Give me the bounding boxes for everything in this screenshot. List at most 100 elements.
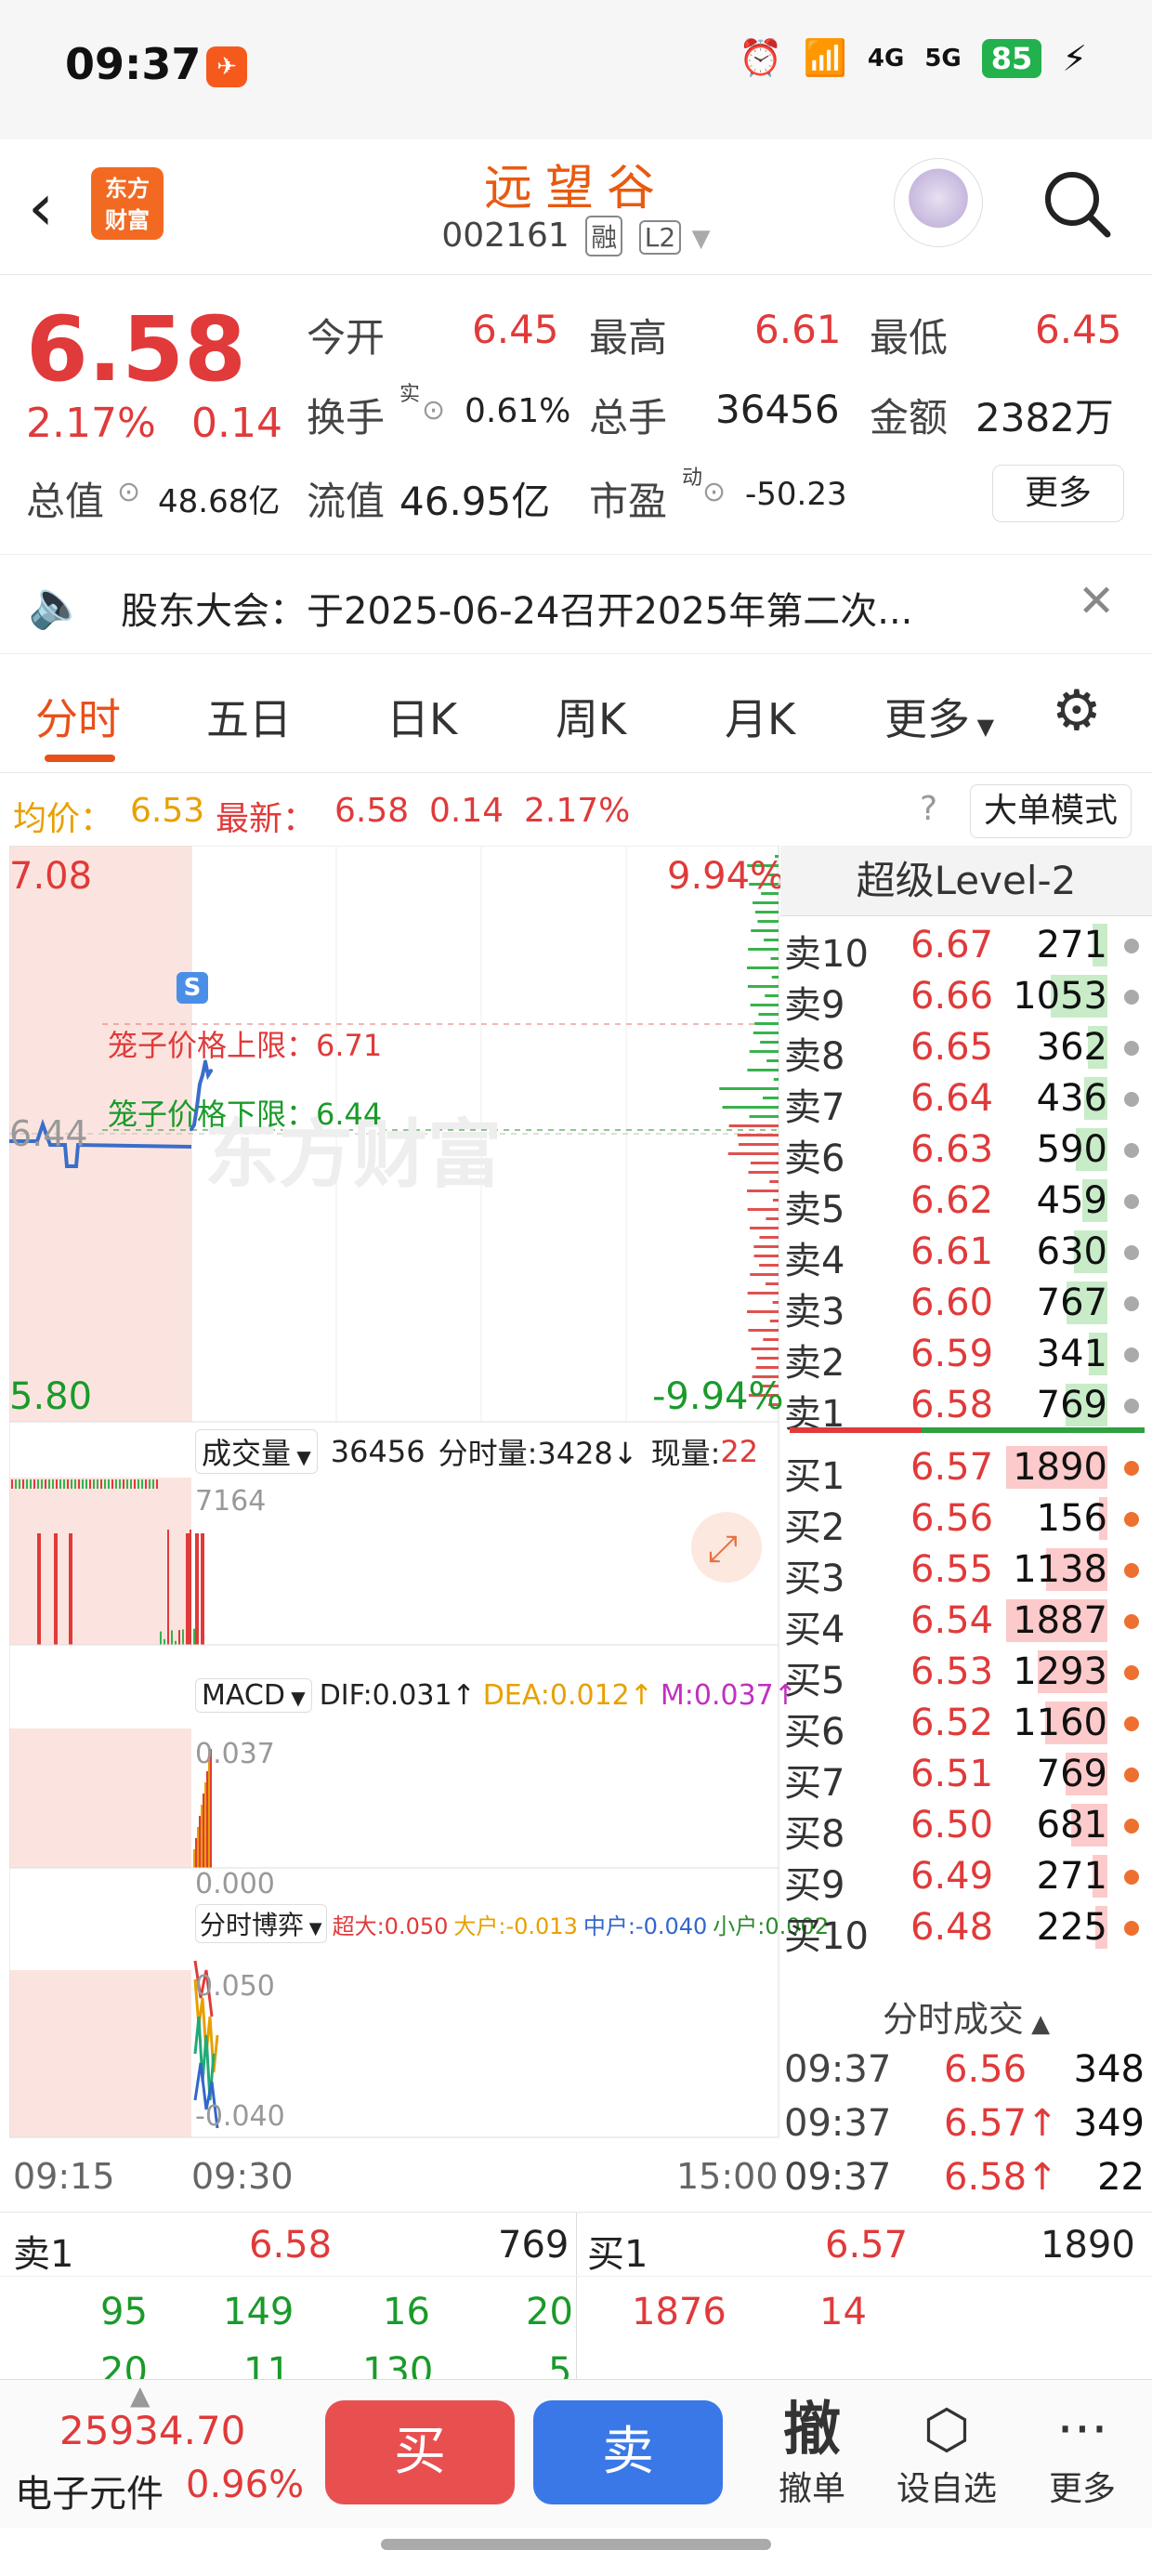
ticks-header[interactable]: 分时成交 ▲ bbox=[780, 1991, 1152, 2042]
last-change: 0.14 bbox=[429, 792, 504, 830]
ask-volume: 630 bbox=[1036, 1230, 1107, 1273]
stock-header: ‹ 东方 财富 远望谷 002161 融 L2 ▼ bbox=[0, 139, 1152, 275]
more-quote-button[interactable]: 更多 bbox=[992, 465, 1124, 522]
bid-row[interactable]: 买4 6.54 1887 bbox=[780, 1594, 1152, 1651]
volume-dropdown[interactable]: 成交量 ▼ bbox=[195, 1429, 318, 1474]
bid-row[interactable]: 买3 6.55 1138 bbox=[780, 1543, 1152, 1600]
ask-dot-icon bbox=[1124, 990, 1139, 1005]
bid-row[interactable]: 买9 6.49 271 bbox=[780, 1849, 1152, 1907]
mcap-value: 48.68亿 bbox=[158, 483, 281, 520]
big-order-mode-button[interactable]: 大单模式 bbox=[970, 784, 1132, 838]
bid-price: 6.51 bbox=[910, 1753, 994, 1795]
speaker-icon: 🔈 bbox=[28, 577, 86, 631]
tab-intraday[interactable]: 分时 bbox=[35, 686, 121, 747]
volume-bar bbox=[160, 1631, 162, 1645]
depth-bar bbox=[753, 1255, 779, 1257]
bid-row[interactable]: 买6 6.52 1160 bbox=[780, 1696, 1152, 1754]
ask-price: 6.59 bbox=[910, 1333, 994, 1375]
info-icon[interactable]: ⊙ bbox=[702, 476, 726, 508]
sell-button[interactable]: 卖 bbox=[533, 2400, 723, 2504]
help-icon[interactable]: ? bbox=[920, 790, 937, 828]
sector-name[interactable]: 电子元件 bbox=[15, 2464, 164, 2517]
level2-title[interactable]: 超级Level-2 bbox=[780, 846, 1152, 916]
queue-buy-item: 14 bbox=[819, 2291, 867, 2333]
ask-dot-icon bbox=[1124, 1092, 1139, 1107]
add-watchlist-button[interactable]: ⬡ 设自选 bbox=[886, 2397, 1007, 2510]
bid-row[interactable]: 买8 6.50 681 bbox=[780, 1798, 1152, 1856]
change-pct: 2.17% bbox=[26, 400, 156, 447]
robot-assistant-avatar[interactable] bbox=[894, 158, 983, 247]
depth-bar bbox=[739, 1143, 779, 1146]
status-icons: ⏰ 📶 4G 5G 85 ⚡ bbox=[739, 37, 1087, 79]
volume-bar bbox=[78, 1479, 80, 1489]
bid-row[interactable]: 买2 6.56 156 bbox=[780, 1492, 1152, 1549]
macd-bar bbox=[201, 1805, 203, 1868]
bid-row[interactable]: 买10 6.48 225 bbox=[780, 1900, 1152, 1958]
low-value: 6.45 bbox=[1035, 307, 1122, 352]
status-bar: 09:37 ✈ ⏰ 📶 4G 5G 85 ⚡ bbox=[0, 0, 1152, 139]
price-point bbox=[206, 1073, 210, 1078]
ask-row[interactable]: 卖2 6.59 341 bbox=[780, 1327, 1152, 1385]
stock-code-row[interactable]: 002161 融 L2 ▼ bbox=[0, 216, 1152, 256]
amount-label: 金额 bbox=[870, 395, 949, 440]
tick-row: 09:37 6.56 348 bbox=[780, 2043, 1152, 2095]
tab-weekly-k[interactable]: 周K bbox=[556, 686, 626, 747]
intraday-chart-area[interactable]: 东方财富 ⤢ 7.08 9.94% 5.80 -9.94% 6.44 笼子价格上… bbox=[9, 846, 829, 2212]
volume-now-value: 22 bbox=[720, 1434, 759, 1469]
tab-monthly-k[interactable]: 月K bbox=[725, 686, 795, 747]
volume-bar bbox=[104, 1479, 106, 1489]
tab-more[interactable]: 更多 ▼ bbox=[884, 686, 994, 747]
volume-bar bbox=[41, 1479, 43, 1489]
depth-bar bbox=[747, 1310, 779, 1313]
turnover-label: 换手 bbox=[307, 395, 386, 440]
cancel-icon: 撤 bbox=[782, 2395, 841, 2463]
volume-bar bbox=[56, 1479, 58, 1489]
info-icon[interactable]: ⊙ bbox=[117, 476, 140, 508]
expand-icon[interactable]: ⤢ bbox=[708, 1528, 738, 1571]
low-label: 最低 bbox=[870, 315, 949, 361]
sector-index-value[interactable]: 25934.70 bbox=[59, 2408, 245, 2453]
buy-button[interactable]: 买 bbox=[325, 2400, 515, 2504]
depth-bar bbox=[763, 1097, 779, 1099]
queue-buy1-price: 6.57 bbox=[825, 2224, 909, 2267]
ask-row[interactable]: 卖9 6.66 1053 bbox=[780, 969, 1152, 1027]
ask-row[interactable]: 卖4 6.61 630 bbox=[780, 1225, 1152, 1282]
ask-row[interactable]: 卖7 6.64 436 bbox=[780, 1071, 1152, 1129]
gear-icon[interactable]: ⚙ bbox=[1052, 678, 1102, 743]
search-icon[interactable] bbox=[1041, 167, 1115, 257]
caret-up-icon[interactable]: ▲ bbox=[130, 2380, 151, 2411]
battery-icon: 85 bbox=[981, 38, 1042, 78]
ask-row[interactable]: 卖5 6.62 459 bbox=[780, 1174, 1152, 1231]
info-icon[interactable]: ⊙ bbox=[422, 394, 445, 427]
home-indicator[interactable] bbox=[381, 2539, 771, 2550]
queue-sell1-label: 卖1 bbox=[13, 2233, 74, 2276]
depth-bar bbox=[728, 1124, 779, 1127]
bid-row[interactable]: 买5 6.53 1293 bbox=[780, 1645, 1152, 1702]
ask-row[interactable]: 卖6 6.63 590 bbox=[780, 1123, 1152, 1180]
tab-daily-k[interactable]: 日K bbox=[386, 686, 457, 747]
game-dropdown[interactable]: 分时博弈 ▼ bbox=[195, 1904, 327, 1943]
cancel-order-button[interactable]: 撤 撤单 bbox=[766, 2397, 858, 2510]
bid-price: 6.57 bbox=[910, 1446, 994, 1489]
macd-dropdown[interactable]: MACD ▼ bbox=[195, 1677, 312, 1713]
notice-bar[interactable]: 🔈 股东大会：于2025-06-24召开2025年第二次... ✕ bbox=[0, 554, 1152, 654]
depth-bar bbox=[760, 1041, 779, 1044]
bid-row[interactable]: 买1 6.57 1890 bbox=[780, 1440, 1152, 1498]
ask-row[interactable]: 卖10 6.67 271 bbox=[780, 918, 1152, 976]
macd-m: M:0.037↑ bbox=[660, 1678, 797, 1712]
ask-price: 6.58 bbox=[910, 1384, 994, 1426]
ask-row[interactable]: 卖8 6.65 362 bbox=[780, 1020, 1152, 1078]
close-icon[interactable]: ✕ bbox=[1078, 575, 1115, 627]
cancel-label: 撤单 bbox=[778, 2470, 845, 2508]
bid-dot-icon bbox=[1124, 1614, 1139, 1629]
bid-dot-icon bbox=[1124, 1563, 1139, 1578]
bid-row[interactable]: 买7 6.51 769 bbox=[780, 1747, 1152, 1805]
tick-price: 6.58↑ bbox=[944, 2156, 1058, 2199]
avg-value: 6.53 bbox=[130, 792, 205, 830]
ask-row[interactable]: 卖1 6.58 769 bbox=[780, 1378, 1152, 1436]
sell-signal-marker[interactable]: S bbox=[177, 972, 208, 1004]
bid-dot-icon bbox=[1124, 1870, 1139, 1885]
ask-row[interactable]: 卖3 6.60 767 bbox=[780, 1276, 1152, 1334]
more-button[interactable]: ··· 更多 bbox=[1031, 2397, 1133, 2510]
tab-five-day[interactable]: 五日 bbox=[206, 686, 292, 747]
